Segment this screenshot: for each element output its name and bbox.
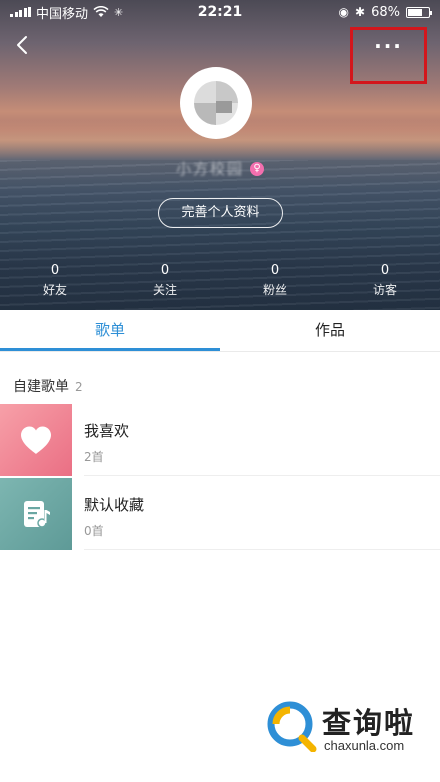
complete-profile-button[interactable]: 完善个人资料 (158, 198, 283, 228)
stat-following[interactable]: 0 关注 (130, 262, 200, 300)
stat-value: 0 (380, 263, 390, 278)
playlist-song-count: 2首 (84, 450, 104, 464)
stat-value: 0 (160, 263, 170, 278)
content-tabs: 歌单 作品 (0, 310, 440, 352)
status-right: ◉ ✱ 68% (270, 4, 432, 20)
carrier-label: 中国移动 (36, 6, 89, 22)
stat-fans[interactable]: 0 粉丝 (240, 262, 310, 300)
tab-playlists[interactable]: 歌单 (0, 310, 220, 352)
music-note-icon (24, 501, 50, 528)
section-header[interactable]: 自建歌单 2 (13, 376, 83, 396)
playlist-cover (0, 404, 72, 476)
stat-visitors[interactable]: 0 访客 (350, 262, 420, 300)
playlist-item-default[interactable]: 默认收藏 0首 (0, 478, 440, 550)
tab-works[interactable]: 作品 (220, 310, 440, 352)
site-watermark: 查询啦 chaxunla.com (266, 700, 436, 762)
orientation-lock-icon: ◉ (338, 5, 350, 19)
divider (84, 549, 440, 550)
back-button[interactable] (12, 34, 34, 56)
more-options-button[interactable]: ··· (350, 27, 427, 84)
watermark-brand: 查询啦 (322, 706, 416, 740)
tab-active-indicator (0, 348, 220, 351)
signal-icon (10, 7, 31, 17)
status-left: 中国移动 ✳ (10, 3, 170, 22)
divider (84, 475, 440, 476)
bluetooth-icon: ✱ (355, 5, 366, 19)
stat-value: 0 (50, 263, 60, 278)
playlist-item-liked[interactable]: 我喜欢 2首 (0, 404, 440, 476)
playlist-song-count: 0首 (84, 524, 104, 538)
stat-label: 关注 (152, 283, 177, 297)
stat-label: 好友 (42, 283, 67, 297)
stats-bar: 0 好友 0 关注 0 粉丝 0 访客 (0, 262, 440, 304)
chevron-left-icon (17, 36, 27, 54)
profile-header: 中国移动 ✳ 22:21 ◉ ✱ 68% ··· 小方校园 ♀ 完善个人资料 0… (0, 0, 440, 310)
stat-friends[interactable]: 0 好友 (20, 262, 90, 300)
avatar[interactable] (180, 67, 252, 139)
playlist-cover (0, 478, 72, 550)
battery-percent: 68% (371, 4, 400, 20)
more-dots-icon: ··· (374, 34, 403, 58)
watermark-url: chaxunla.com (324, 738, 405, 753)
heart-icon (21, 426, 51, 454)
nickname-row: 小方校园 ♀ (0, 158, 440, 179)
status-time: 22:21 (197, 4, 243, 20)
section-title: 自建歌单 (13, 379, 69, 395)
battery-icon (406, 6, 432, 18)
stat-value: 0 (270, 263, 280, 278)
stat-label: 访客 (372, 283, 397, 297)
status-bar: 中国移动 ✳ 22:21 ◉ ✱ 68% (0, 0, 440, 24)
playlist-name: 我喜欢 (84, 422, 130, 440)
gender-female-icon: ♀ (250, 161, 264, 176)
wifi-icon (93, 6, 109, 17)
playlist-name: 默认收藏 (84, 496, 145, 514)
stat-label: 粉丝 (262, 283, 287, 297)
loading-icon: ✳ (114, 5, 124, 19)
nickname: 小方校园 (175, 160, 244, 178)
section-count: 2 (75, 380, 83, 394)
magnifier-logo-icon (267, 701, 317, 752)
